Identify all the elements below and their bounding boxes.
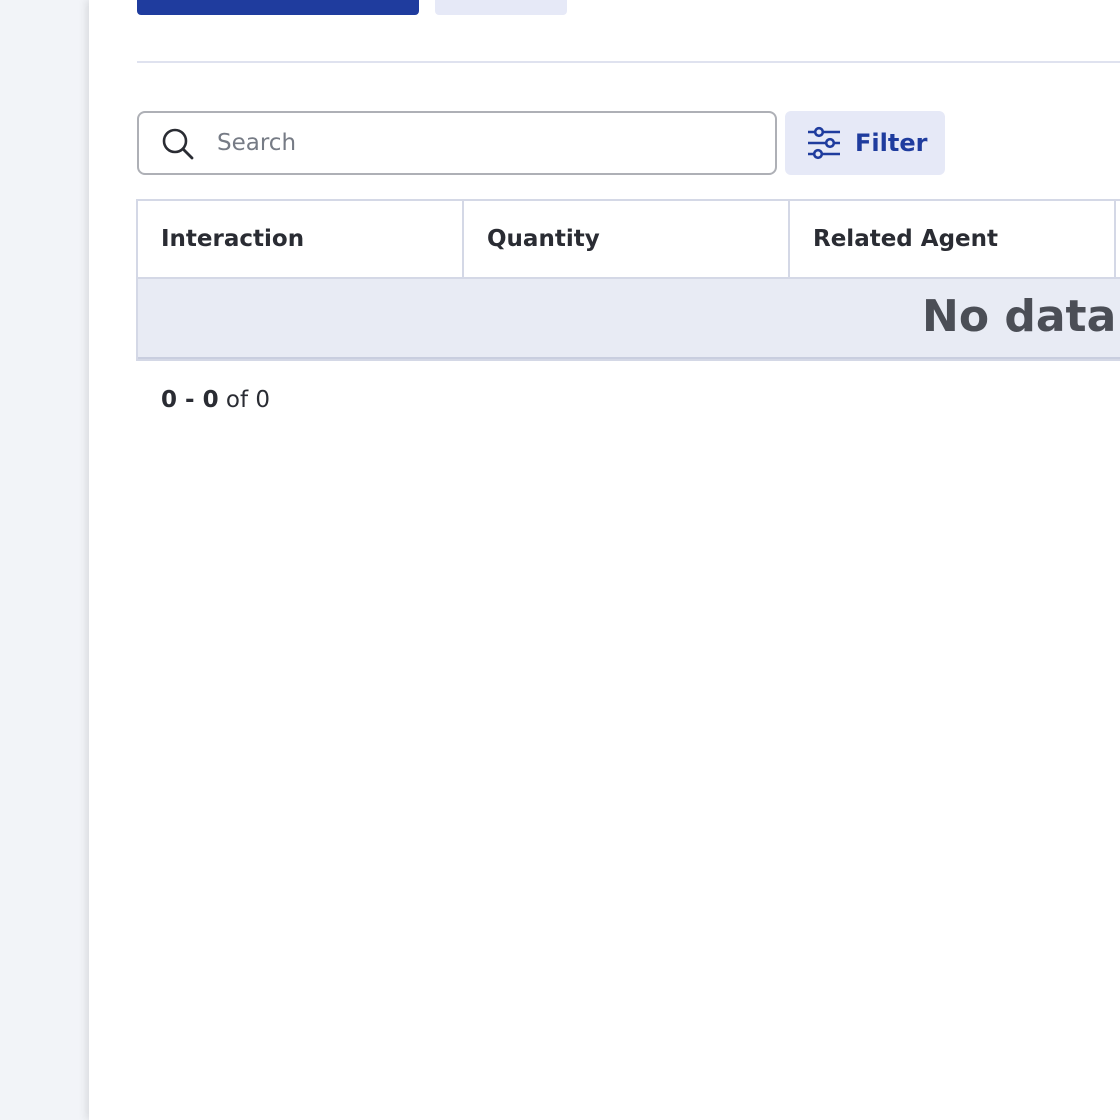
search-input[interactable] (217, 113, 757, 173)
primary-action-button[interactable] (137, 0, 419, 15)
filter-sliders-icon (808, 126, 840, 160)
search-icon (162, 128, 194, 160)
pagination-total: 0 (255, 387, 271, 413)
empty-state-message: No data available (922, 291, 1120, 342)
content-panel: Filter Interaction Quantity Related Agen… (89, 0, 1120, 1120)
filter-button[interactable]: Filter (785, 111, 945, 175)
pagination-of: of (225, 387, 249, 413)
column-header-interaction[interactable]: Interaction (138, 201, 464, 277)
left-rail (0, 0, 89, 1120)
table-header: Interaction Quantity Related Agent (138, 201, 1120, 279)
data-table: Interaction Quantity Related Agent No da… (136, 199, 1120, 361)
search-box (137, 111, 777, 175)
filter-label: Filter (855, 129, 928, 157)
column-header-related-agent[interactable]: Related Agent (790, 201, 1116, 277)
section-divider (137, 61, 1120, 63)
pagination-range: 0 - 0 (161, 387, 219, 413)
column-header-quantity[interactable]: Quantity (464, 201, 790, 277)
pagination-summary: 0 - 0 of 0 (161, 387, 270, 413)
secondary-action-button[interactable] (435, 0, 567, 15)
empty-state-row: No data available (138, 279, 1120, 359)
